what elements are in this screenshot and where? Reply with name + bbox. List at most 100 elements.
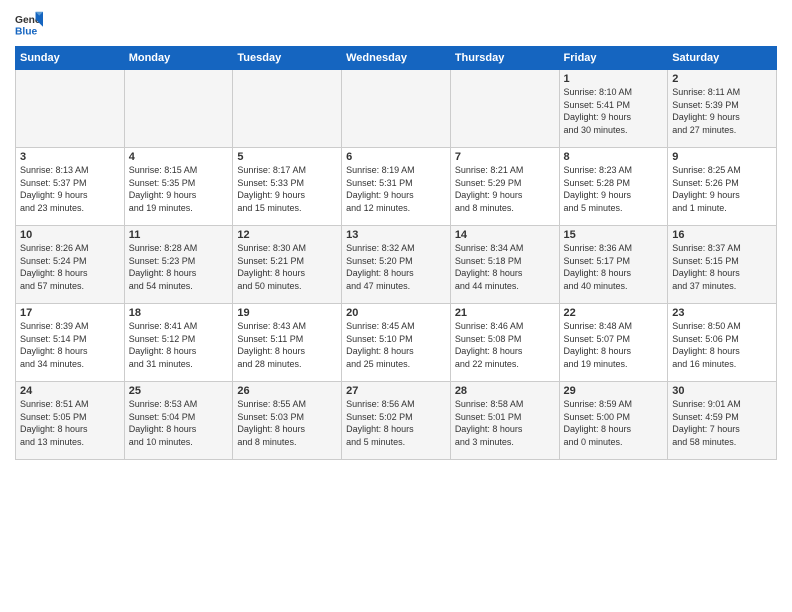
day-number: 2 [672, 73, 772, 85]
table-cell [233, 70, 342, 148]
table-cell: 23Sunrise: 8:50 AM Sunset: 5:06 PM Dayli… [668, 304, 777, 382]
day-number: 3 [20, 151, 120, 163]
table-cell: 2Sunrise: 8:11 AM Sunset: 5:39 PM Daylig… [668, 70, 777, 148]
table-cell: 8Sunrise: 8:23 AM Sunset: 5:28 PM Daylig… [559, 148, 668, 226]
table-cell: 27Sunrise: 8:56 AM Sunset: 5:02 PM Dayli… [342, 382, 451, 460]
svg-text:Blue: Blue [15, 26, 38, 37]
table-cell: 13Sunrise: 8:32 AM Sunset: 5:20 PM Dayli… [342, 226, 451, 304]
week-row-1: 1Sunrise: 8:10 AM Sunset: 5:41 PM Daylig… [16, 70, 777, 148]
day-number: 23 [672, 307, 772, 319]
day-info: Sunrise: 8:19 AM Sunset: 5:31 PM Dayligh… [346, 164, 446, 214]
calendar-table: SundayMondayTuesdayWednesdayThursdayFrid… [15, 46, 777, 460]
weekday-header-wednesday: Wednesday [342, 47, 451, 70]
day-info: Sunrise: 8:11 AM Sunset: 5:39 PM Dayligh… [672, 86, 772, 136]
table-cell: 16Sunrise: 8:37 AM Sunset: 5:15 PM Dayli… [668, 226, 777, 304]
table-cell: 30Sunrise: 9:01 AM Sunset: 4:59 PM Dayli… [668, 382, 777, 460]
day-info: Sunrise: 8:53 AM Sunset: 5:04 PM Dayligh… [129, 398, 229, 448]
day-number: 13 [346, 229, 446, 241]
table-cell: 28Sunrise: 8:58 AM Sunset: 5:01 PM Dayli… [450, 382, 559, 460]
day-number: 15 [564, 229, 664, 241]
week-row-4: 17Sunrise: 8:39 AM Sunset: 5:14 PM Dayli… [16, 304, 777, 382]
day-number: 21 [455, 307, 555, 319]
table-cell: 24Sunrise: 8:51 AM Sunset: 5:05 PM Dayli… [16, 382, 125, 460]
table-cell: 14Sunrise: 8:34 AM Sunset: 5:18 PM Dayli… [450, 226, 559, 304]
table-cell: 26Sunrise: 8:55 AM Sunset: 5:03 PM Dayli… [233, 382, 342, 460]
week-row-5: 24Sunrise: 8:51 AM Sunset: 5:05 PM Dayli… [16, 382, 777, 460]
table-cell: 1Sunrise: 8:10 AM Sunset: 5:41 PM Daylig… [559, 70, 668, 148]
table-cell: 22Sunrise: 8:48 AM Sunset: 5:07 PM Dayli… [559, 304, 668, 382]
day-number: 19 [237, 307, 337, 319]
table-cell: 6Sunrise: 8:19 AM Sunset: 5:31 PM Daylig… [342, 148, 451, 226]
day-info: Sunrise: 8:37 AM Sunset: 5:15 PM Dayligh… [672, 242, 772, 292]
week-row-2: 3Sunrise: 8:13 AM Sunset: 5:37 PM Daylig… [16, 148, 777, 226]
weekday-header-tuesday: Tuesday [233, 47, 342, 70]
day-number: 6 [346, 151, 446, 163]
table-cell: 4Sunrise: 8:15 AM Sunset: 5:35 PM Daylig… [124, 148, 233, 226]
day-number: 20 [346, 307, 446, 319]
day-info: Sunrise: 8:51 AM Sunset: 5:05 PM Dayligh… [20, 398, 120, 448]
day-info: Sunrise: 8:48 AM Sunset: 5:07 PM Dayligh… [564, 320, 664, 370]
day-info: Sunrise: 8:10 AM Sunset: 5:41 PM Dayligh… [564, 86, 664, 136]
table-cell [16, 70, 125, 148]
table-cell: 17Sunrise: 8:39 AM Sunset: 5:14 PM Dayli… [16, 304, 125, 382]
day-number: 26 [237, 385, 337, 397]
day-info: Sunrise: 8:15 AM Sunset: 5:35 PM Dayligh… [129, 164, 229, 214]
day-number: 4 [129, 151, 229, 163]
table-cell: 18Sunrise: 8:41 AM Sunset: 5:12 PM Dayli… [124, 304, 233, 382]
day-number: 27 [346, 385, 446, 397]
table-cell: 15Sunrise: 8:36 AM Sunset: 5:17 PM Dayli… [559, 226, 668, 304]
day-number: 25 [129, 385, 229, 397]
day-info: Sunrise: 8:23 AM Sunset: 5:28 PM Dayligh… [564, 164, 664, 214]
day-number: 8 [564, 151, 664, 163]
table-cell: 21Sunrise: 8:46 AM Sunset: 5:08 PM Dayli… [450, 304, 559, 382]
week-row-3: 10Sunrise: 8:26 AM Sunset: 5:24 PM Dayli… [16, 226, 777, 304]
day-info: Sunrise: 8:56 AM Sunset: 5:02 PM Dayligh… [346, 398, 446, 448]
day-info: Sunrise: 8:45 AM Sunset: 5:10 PM Dayligh… [346, 320, 446, 370]
day-number: 16 [672, 229, 772, 241]
logo-icon: General Blue [15, 10, 43, 38]
table-cell: 19Sunrise: 8:43 AM Sunset: 5:11 PM Dayli… [233, 304, 342, 382]
table-cell [450, 70, 559, 148]
day-number: 1 [564, 73, 664, 85]
day-info: Sunrise: 8:30 AM Sunset: 5:21 PM Dayligh… [237, 242, 337, 292]
table-cell: 20Sunrise: 8:45 AM Sunset: 5:10 PM Dayli… [342, 304, 451, 382]
table-cell: 25Sunrise: 8:53 AM Sunset: 5:04 PM Dayli… [124, 382, 233, 460]
table-cell: 29Sunrise: 8:59 AM Sunset: 5:00 PM Dayli… [559, 382, 668, 460]
weekday-header-friday: Friday [559, 47, 668, 70]
day-number: 29 [564, 385, 664, 397]
day-info: Sunrise: 8:32 AM Sunset: 5:20 PM Dayligh… [346, 242, 446, 292]
day-number: 28 [455, 385, 555, 397]
table-cell [342, 70, 451, 148]
table-cell: 7Sunrise: 8:21 AM Sunset: 5:29 PM Daylig… [450, 148, 559, 226]
table-cell: 3Sunrise: 8:13 AM Sunset: 5:37 PM Daylig… [16, 148, 125, 226]
day-info: Sunrise: 8:25 AM Sunset: 5:26 PM Dayligh… [672, 164, 772, 214]
day-info: Sunrise: 8:21 AM Sunset: 5:29 PM Dayligh… [455, 164, 555, 214]
day-number: 30 [672, 385, 772, 397]
day-number: 9 [672, 151, 772, 163]
header: General Blue [15, 10, 777, 38]
day-number: 17 [20, 307, 120, 319]
day-info: Sunrise: 8:28 AM Sunset: 5:23 PM Dayligh… [129, 242, 229, 292]
day-info: Sunrise: 8:34 AM Sunset: 5:18 PM Dayligh… [455, 242, 555, 292]
day-info: Sunrise: 8:13 AM Sunset: 5:37 PM Dayligh… [20, 164, 120, 214]
day-number: 18 [129, 307, 229, 319]
table-cell: 11Sunrise: 8:28 AM Sunset: 5:23 PM Dayli… [124, 226, 233, 304]
day-info: Sunrise: 8:59 AM Sunset: 5:00 PM Dayligh… [564, 398, 664, 448]
logo: General Blue [15, 10, 47, 38]
weekday-header-monday: Monday [124, 47, 233, 70]
day-number: 11 [129, 229, 229, 241]
day-info: Sunrise: 9:01 AM Sunset: 4:59 PM Dayligh… [672, 398, 772, 448]
day-info: Sunrise: 8:46 AM Sunset: 5:08 PM Dayligh… [455, 320, 555, 370]
day-number: 24 [20, 385, 120, 397]
day-info: Sunrise: 8:17 AM Sunset: 5:33 PM Dayligh… [237, 164, 337, 214]
day-info: Sunrise: 8:58 AM Sunset: 5:01 PM Dayligh… [455, 398, 555, 448]
day-info: Sunrise: 8:26 AM Sunset: 5:24 PM Dayligh… [20, 242, 120, 292]
day-info: Sunrise: 8:50 AM Sunset: 5:06 PM Dayligh… [672, 320, 772, 370]
table-cell: 9Sunrise: 8:25 AM Sunset: 5:26 PM Daylig… [668, 148, 777, 226]
day-number: 10 [20, 229, 120, 241]
weekday-header-thursday: Thursday [450, 47, 559, 70]
weekday-header-sunday: Sunday [16, 47, 125, 70]
day-info: Sunrise: 8:41 AM Sunset: 5:12 PM Dayligh… [129, 320, 229, 370]
table-cell: 5Sunrise: 8:17 AM Sunset: 5:33 PM Daylig… [233, 148, 342, 226]
table-cell: 12Sunrise: 8:30 AM Sunset: 5:21 PM Dayli… [233, 226, 342, 304]
